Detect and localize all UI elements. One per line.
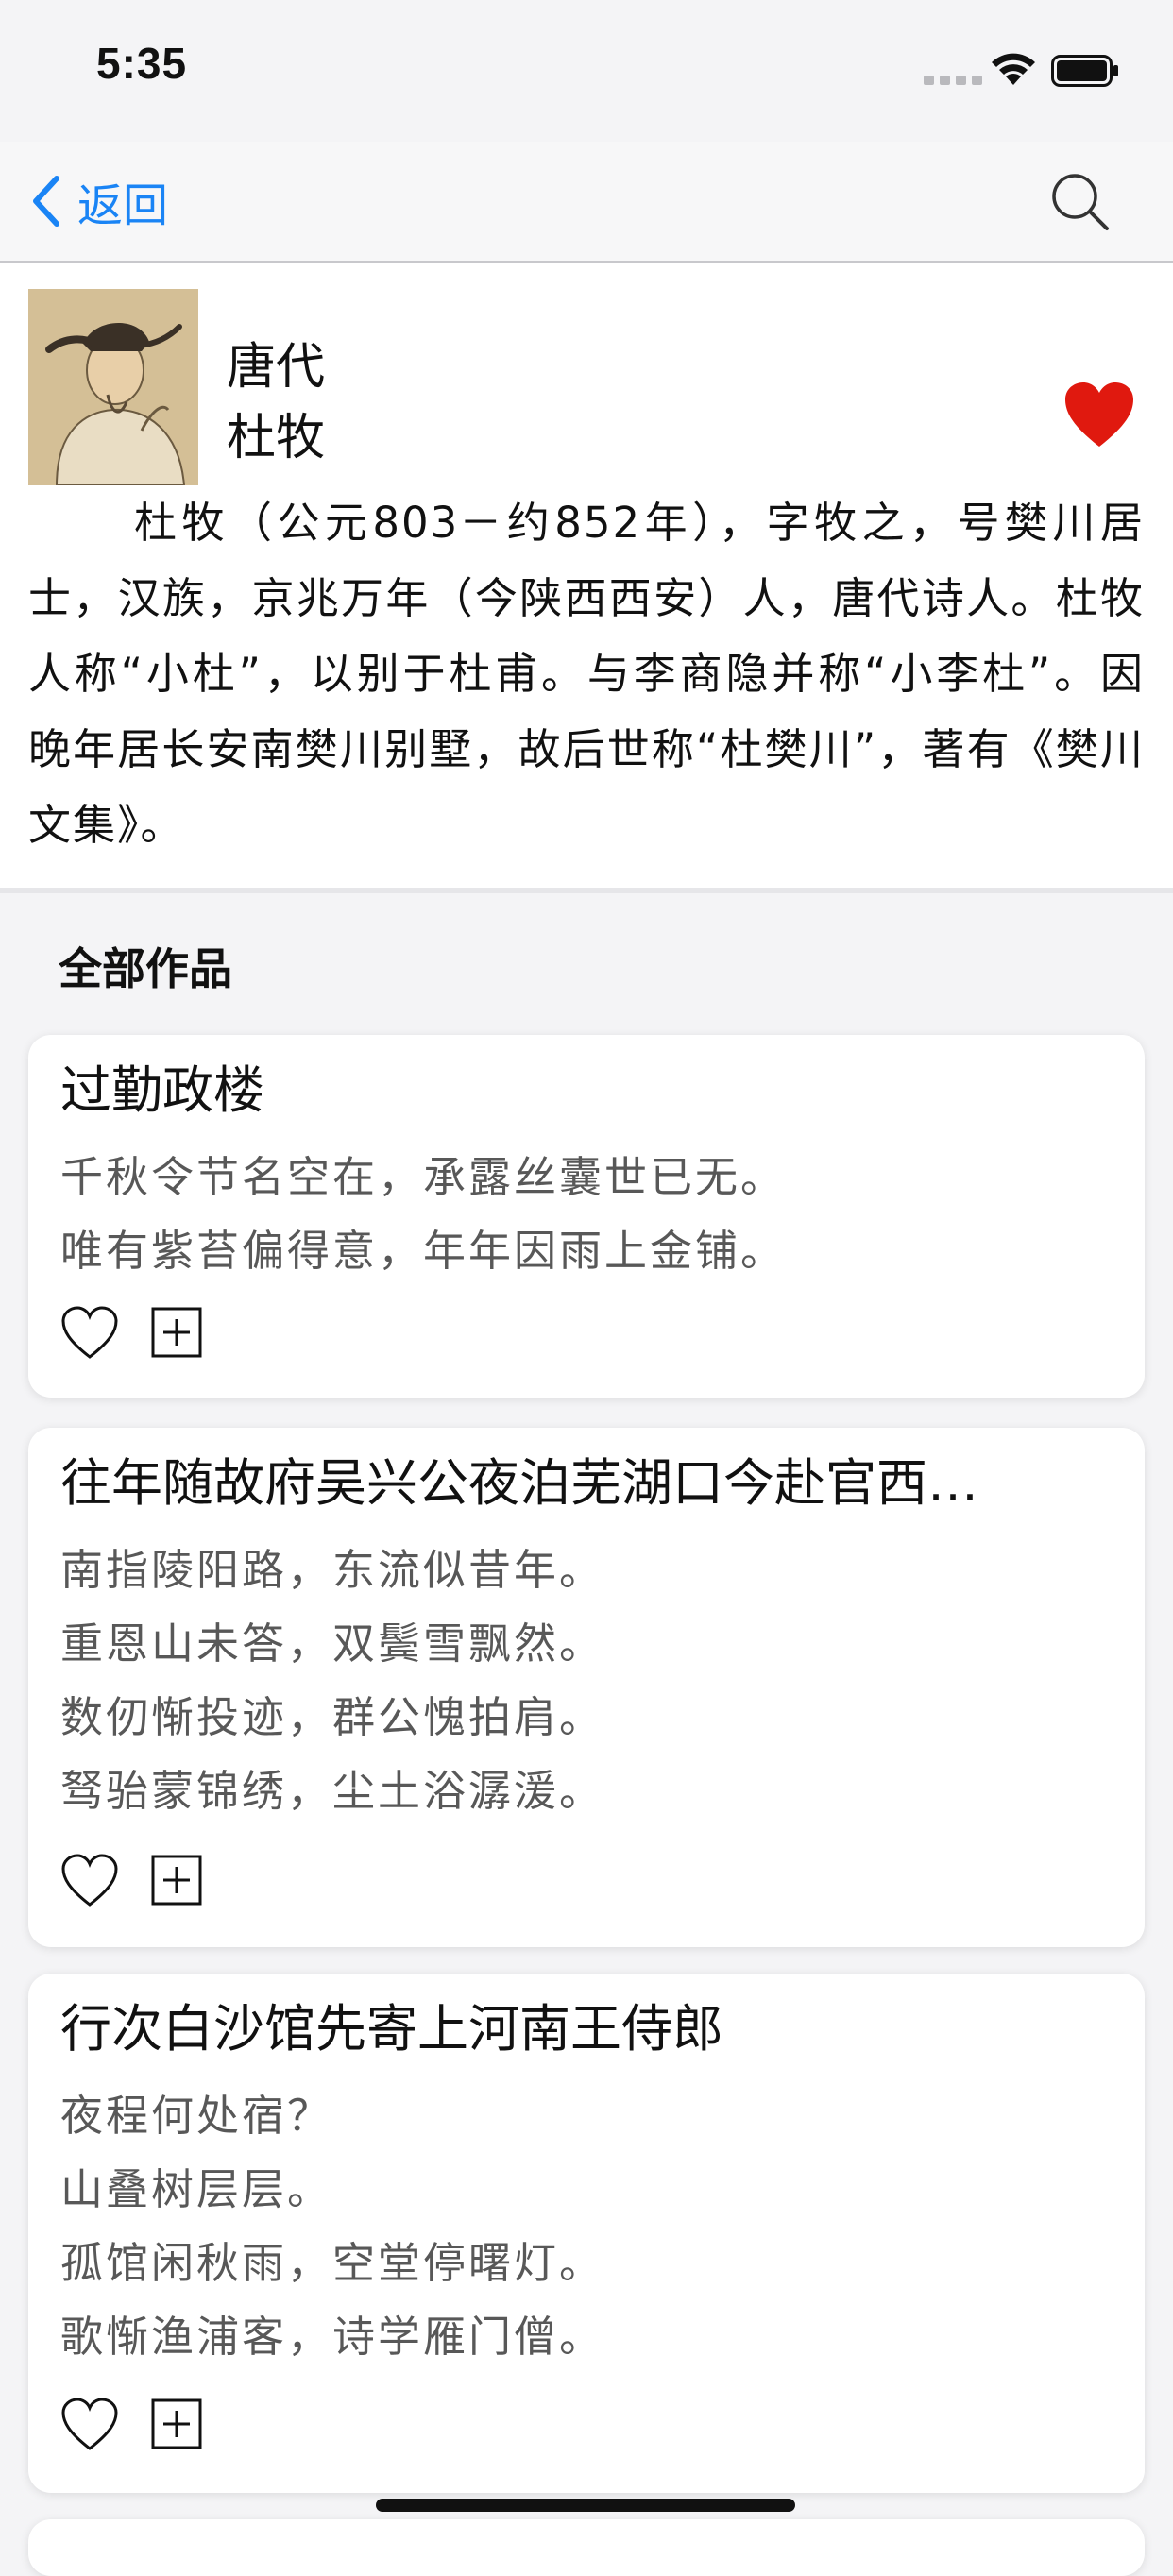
section-title: 全部作品: [59, 943, 232, 994]
poem-line: 唯有紫苔偏得意，年年因雨上金铺。: [60, 1226, 787, 1276]
poem-line: 千秋令节名空在，承露丝囊世已无。: [60, 1152, 787, 1202]
poem-line: 数仞惭投迹，群公愧拍肩。: [60, 1692, 605, 1742]
battery-icon: [1051, 55, 1118, 87]
section-divider: [0, 888, 1173, 893]
heart-outline-icon[interactable]: [60, 1305, 119, 1360]
add-square-icon[interactable]: [151, 1855, 202, 1906]
status-time: 5:35: [96, 39, 188, 88]
cellular-signal-icon: [924, 76, 982, 85]
poem-card[interactable]: 过勤政楼 千秋令节名空在，承露丝囊世已无。 唯有紫苔偏得意，年年因雨上金铺。: [28, 1035, 1145, 1398]
poem-card[interactable]: 往年随故府吴兴公夜泊芜湖口今赴官西… 南指陵阳路，东流似昔年。 重恩山未答，双鬓…: [28, 1428, 1145, 1947]
poem-excerpt: 千秋令节名空在，承露丝囊世已无。 唯有紫苔偏得意，年年因雨上金铺。: [60, 1141, 786, 1288]
poem-line: 孤馆闲秋雨，空堂停曙灯。: [60, 2238, 605, 2288]
back-label: 返回: [77, 179, 169, 232]
back-button[interactable]: 返回: [28, 168, 168, 234]
poem-card[interactable]: 行次白沙馆先寄上河南王侍郎 夜程何处宿？ 山叠树层层。 孤馆闲秋雨，空堂停曙灯。…: [28, 1974, 1145, 2493]
heart-outline-icon[interactable]: [60, 2397, 119, 2451]
poem-title: 往年随故府吴兴公夜泊芜湖口今赴官西…: [60, 1453, 978, 1513]
author-portrait: [28, 289, 198, 485]
poem-card[interactable]: [28, 2519, 1145, 2576]
add-square-icon[interactable]: [151, 2398, 202, 2449]
poem-line: 驽骀蒙锦绣，尘土浴潺湲。: [60, 1766, 605, 1816]
poem-line: 南指陵阳路，东流似昔年。: [60, 1545, 605, 1595]
poem-line: 山叠树层层。: [60, 2164, 333, 2214]
favorite-heart-icon[interactable]: [1063, 381, 1135, 449]
poem-line: 重恩山未答，双鬓雪飘然。: [60, 1618, 605, 1669]
poem-title: 行次白沙馆先寄上河南王侍郎: [60, 1999, 723, 2059]
search-icon[interactable]: [1046, 168, 1113, 234]
author-bio: 杜牧（公元803－约852年），字牧之，号樊川居士，汉族，京兆万年（今陕西西安）…: [28, 498, 1145, 850]
author-header: 唐代 杜牧 杜牧（公元803－约852年），字牧之，号樊川居士，汉族，京兆万年（…: [0, 263, 1173, 888]
poem-title: 过勤政楼: [60, 1060, 264, 1120]
author-name: 杜牧: [227, 410, 326, 466]
poem-excerpt: 夜程何处宿？ 山叠树层层。 孤馆闲秋雨，空堂停曙灯。 歌惭渔浦客，诗学雁门僧。: [60, 2079, 604, 2374]
chevron-left-icon: [33, 176, 60, 227]
home-indicator[interactable]: [376, 2499, 795, 2512]
poem-excerpt: 南指陵阳路，东流似昔年。 重恩山未答，双鬓雪飘然。 数仞惭投迹，群公愧拍肩。 驽…: [60, 1534, 604, 1828]
poem-line: 夜程何处宿？: [60, 2091, 333, 2141]
navigation-bar: 返回: [0, 142, 1173, 263]
add-square-icon[interactable]: [151, 1307, 202, 1358]
heart-outline-icon[interactable]: [60, 1853, 119, 1907]
poem-line: 歌惭渔浦客，诗学雁门僧。: [60, 2312, 605, 2362]
wifi-icon: [992, 53, 1035, 85]
status-bar: 5:35: [0, 0, 1173, 142]
author-dynasty: 唐代: [227, 339, 326, 396]
